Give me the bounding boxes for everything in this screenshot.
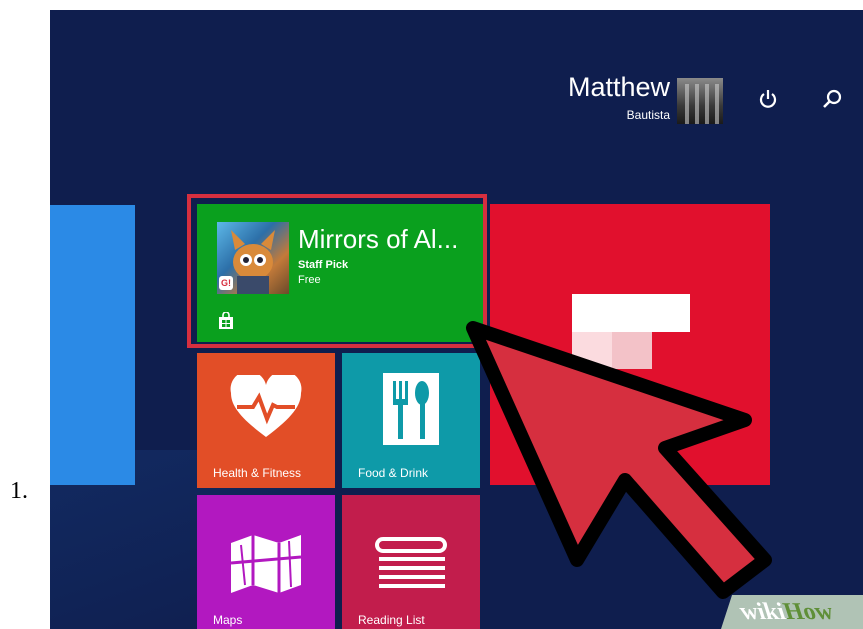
step-number: 1. [10, 478, 28, 504]
reading-list-icon [375, 537, 447, 588]
start-screen: Matthew Bautista G! Mirrors of Al... Sta… [50, 10, 863, 629]
user-first-name: Matthew [567, 72, 670, 102]
user-account[interactable]: Matthew Bautista [543, 70, 863, 130]
store-icon [217, 311, 235, 330]
tile-blue-partial[interactable] [50, 205, 135, 485]
avatar[interactable] [677, 78, 723, 124]
fork-knife-icon [383, 373, 439, 445]
tile-label-reading: Reading List [358, 613, 425, 627]
tile-label-food: Food & Drink [358, 466, 429, 480]
tile-maps[interactable]: Maps [197, 495, 335, 629]
map-icon [231, 535, 301, 593]
tile-mirrors-of-albion[interactable]: G! Mirrors of Al... Staff Pick Free [197, 204, 483, 342]
pointer-arrow-icon [466, 321, 772, 599]
heart-pulse-icon [230, 375, 302, 437]
tile-reading-list[interactable]: Reading List [342, 495, 480, 629]
app-title: Mirrors of Al... [298, 224, 459, 254]
app-thumbnail: G! [217, 222, 289, 294]
tile-label-health: Health & Fitness [213, 466, 302, 480]
tile-label-maps: Maps [213, 613, 243, 627]
power-icon[interactable] [753, 84, 783, 114]
watermark: wikiHow [721, 595, 863, 629]
watermark-how: How [780, 599, 837, 625]
tile-health-fitness[interactable]: Health & Fitness [197, 353, 335, 488]
tile-food-drink[interactable]: Food & Drink [342, 353, 480, 488]
app-price: Free [298, 274, 321, 286]
user-last-name: Bautista [626, 108, 670, 122]
game-badge: G! [219, 276, 233, 290]
search-icon[interactable] [817, 84, 847, 114]
app-staff-pick: Staff Pick [298, 259, 349, 271]
